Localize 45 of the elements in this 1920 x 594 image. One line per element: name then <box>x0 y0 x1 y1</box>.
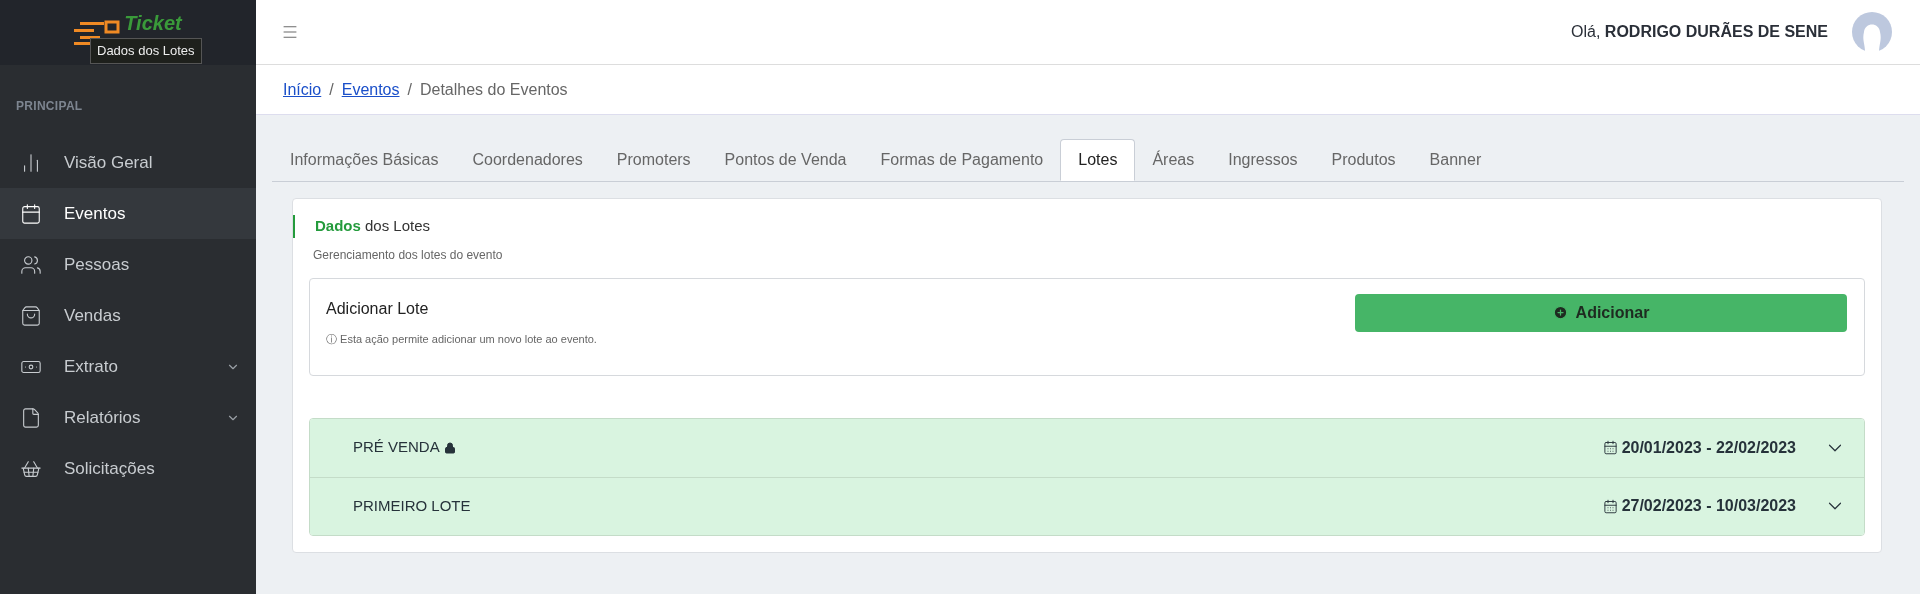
logo-text: Ticket <box>124 12 182 33</box>
plus-icon <box>1552 305 1568 320</box>
greeting: Olá, RODRIGO DURÃES DE SENE <box>1571 21 1828 42</box>
sidebar-item[interactable]: Solicitações <box>0 443 256 494</box>
tab[interactable]: Lotes <box>1060 139 1136 181</box>
lot-name: PRÉ VENDA <box>353 437 440 458</box>
calendar-icon <box>1602 498 1618 514</box>
add-button[interactable]: Adicionar <box>1355 293 1847 332</box>
sidebar-item[interactable]: Eventos <box>0 188 256 239</box>
lot-row[interactable]: PRIMEIRO LOTE 27/02/2023 - 10/03/2023 <box>310 476 1864 535</box>
tab[interactable]: Ingressos <box>1211 139 1315 181</box>
lot-row[interactable]: PRÉ VENDA 20/01/2023 - 22/02/2023 <box>310 418 1864 477</box>
panel-hint: ⓘ Esta ação permite adicionar um novo lote ao evento. <box>326 331 598 347</box>
lot-name: PRIMEIRO LOTE <box>353 495 471 516</box>
tab[interactable]: Coordenadores <box>455 139 600 181</box>
card-title: Dados dos Lotes <box>293 215 1865 238</box>
calendar-icon <box>20 202 42 225</box>
file-icon <box>20 406 42 429</box>
card-subtitle: Gerenciamento dos lotes do evento <box>312 246 504 264</box>
people-icon <box>20 253 42 276</box>
tab[interactable]: Promoters <box>599 139 708 181</box>
breadcrumb-current: Detalhes do Eventos <box>419 79 568 100</box>
tab[interactable]: Informações Básicas <box>273 139 456 181</box>
sidebar-item[interactable]: Visão Geral <box>0 137 256 188</box>
sidebar-item[interactable]: Extrato <box>0 341 256 392</box>
sidebar-item[interactable]: Pessoas <box>0 239 256 290</box>
sidebar-item[interactable]: Vendas <box>0 290 256 341</box>
calendar-icon <box>1602 440 1618 455</box>
lot-dates: 27/02/2023 - 10/03/2023 <box>1621 496 1796 516</box>
sidebar-item[interactable]: Relatórios <box>0 392 256 443</box>
tab[interactable]: Banner <box>1412 139 1499 181</box>
tab[interactable]: Formas de Pagamento <box>863 139 1061 181</box>
panel-title: Adicionar Lote <box>326 298 430 319</box>
breadcrumb-link[interactable]: Eventos <box>341 77 400 102</box>
tab[interactable]: Pontos de Venda <box>707 139 864 181</box>
lot-dates: 20/01/2023 - 22/02/2023 <box>1621 437 1796 458</box>
tab[interactable]: Produtos <box>1314 139 1413 181</box>
breadcrumb-link[interactable]: Início <box>283 77 322 102</box>
breadcrumb-separator: / <box>329 79 334 100</box>
tooltip: Dados dos Lotes <box>90 38 202 64</box>
section-label: PRINCIPAL <box>15 98 84 115</box>
bag-icon <box>20 304 42 327</box>
menu-icon[interactable] <box>281 23 299 41</box>
tab[interactable]: Áreas <box>1135 139 1212 181</box>
breadcrumb-separator: / <box>407 79 412 100</box>
